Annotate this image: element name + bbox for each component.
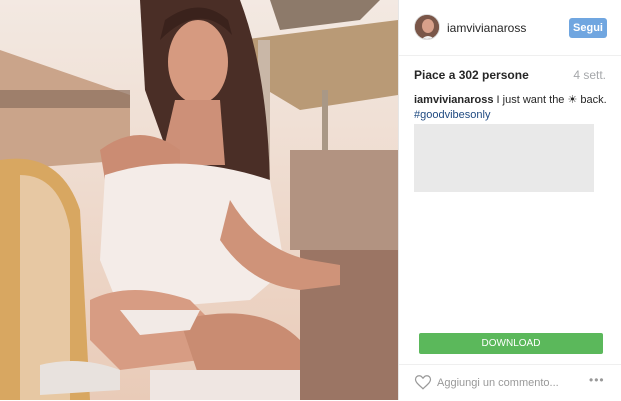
likes-count[interactable]: Piace a 302 persone [414, 68, 529, 82]
caption-username[interactable]: iamvivianaross [414, 94, 494, 106]
post-age[interactable]: 4 sett. [573, 68, 606, 82]
comment-bar: ••• [399, 364, 621, 401]
more-options-icon[interactable]: ••• [589, 373, 605, 387]
username[interactable]: iamvivianaross [447, 21, 526, 35]
follow-button[interactable]: Segui [569, 18, 607, 38]
heart-icon[interactable] [414, 373, 432, 391]
post-photo [0, 0, 398, 400]
post-sidebar: iamvivianaross Segui Piace a 302 persone… [398, 0, 621, 400]
hashtag-link[interactable]: #goodvibesonly [414, 109, 490, 121]
post-caption: iamvivianaross I just want the ☀ back. #… [414, 93, 614, 123]
download-button[interactable]: DOWNLOAD [419, 333, 603, 354]
ad-placeholder [414, 124, 594, 192]
avatar[interactable] [414, 14, 440, 40]
post-header: iamvivianaross Segui [399, 0, 621, 56]
caption-text: I just want the ☀ back. [493, 94, 607, 106]
comment-input[interactable] [437, 375, 577, 391]
